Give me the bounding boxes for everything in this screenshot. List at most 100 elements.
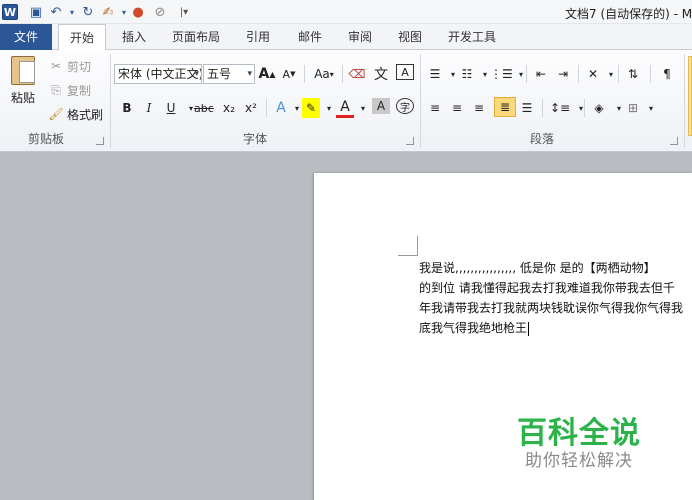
margin-corner-mark bbox=[398, 236, 418, 256]
decrease-indent-icon[interactable]: ⇤ bbox=[532, 64, 550, 84]
phonetic-guide-button[interactable]: 文 bbox=[372, 64, 390, 84]
distributed-icon[interactable]: ☰ bbox=[518, 98, 536, 118]
document-line: 年我请带我去打我就两块钱耽误你气得我你气得我 bbox=[419, 301, 684, 315]
cut-label: 剪切 bbox=[67, 59, 92, 74]
word-logo-icon[interactable]: W bbox=[2, 4, 18, 20]
title-bar: W ▣ ↶ ▾ ↻ ✍ ▾ ● ⊘ |▾ 文档7 (自动保存的) - M bbox=[0, 0, 692, 24]
line-spacing-dropdown-icon[interactable]: ▾ bbox=[572, 98, 590, 118]
undo-dropdown-icon[interactable]: ▾ bbox=[64, 3, 80, 21]
clipboard-launcher-icon[interactable] bbox=[96, 137, 104, 145]
document-line-text: 底我气得我绝地枪王 bbox=[419, 321, 528, 335]
align-left-icon[interactable]: ≡ bbox=[426, 98, 444, 118]
shrink-font-button[interactable]: A ▼ bbox=[280, 64, 298, 84]
group-divider bbox=[684, 54, 685, 148]
clipboard-icon bbox=[11, 56, 35, 85]
save-icon[interactable]: ▣ bbox=[28, 3, 44, 21]
multilevel-list-icon[interactable]: ⋮☰ bbox=[490, 64, 513, 84]
bold-button[interactable]: B bbox=[118, 98, 136, 118]
format-painter-button[interactable]: 🖌 格式刷 bbox=[48, 105, 103, 123]
divider bbox=[342, 65, 343, 83]
shading-icon[interactable]: ◈ bbox=[590, 98, 608, 118]
copy-button[interactable]: ⎘ 复制 bbox=[48, 81, 91, 99]
underline-button[interactable]: U bbox=[162, 98, 180, 118]
character-border-button[interactable]: A bbox=[396, 64, 414, 80]
font-size-value: 五号 bbox=[207, 67, 232, 81]
font-size-combo[interactable]: 五号 ▾ bbox=[203, 64, 255, 84]
color-wheel-icon[interactable]: ● bbox=[130, 3, 146, 21]
divider bbox=[542, 99, 543, 117]
tab-developer[interactable]: 开发工具 bbox=[440, 24, 504, 50]
enclose-char-button[interactable]: 字 bbox=[396, 98, 414, 114]
document-body[interactable]: 我是说,,,,,,,,,,,,,,,, 低是你 是的【两栖动物】 的到位 请我懂… bbox=[419, 258, 692, 338]
show-marks-icon[interactable]: ¶ bbox=[658, 64, 676, 84]
font-color-button[interactable]: A bbox=[336, 98, 354, 118]
tab-file[interactable]: 文件 bbox=[0, 24, 52, 50]
highlight-icon[interactable]: ✎ bbox=[302, 98, 320, 118]
change-case-button[interactable]: Aa ▾ bbox=[310, 64, 338, 84]
tab-view[interactable]: 视图 bbox=[390, 24, 430, 50]
line-spacing-icon[interactable]: ↕≡ bbox=[550, 98, 570, 118]
eraser-icon[interactable]: ⊘ bbox=[152, 3, 168, 21]
cut-button[interactable]: ✂ 剪切 bbox=[48, 57, 91, 75]
divider bbox=[618, 65, 619, 83]
paragraph-group-label: 段落 bbox=[530, 132, 555, 146]
divider bbox=[526, 65, 527, 83]
grow-font-button[interactable]: A ▲ bbox=[258, 64, 276, 84]
font-group-label: 字体 bbox=[243, 132, 268, 146]
tab-mailings[interactable]: 邮件 bbox=[290, 24, 330, 50]
borders-dropdown-icon[interactable]: ▾ bbox=[642, 98, 660, 118]
tab-references[interactable]: 引用 bbox=[238, 24, 278, 50]
scissors-icon: ✂ bbox=[50, 59, 62, 73]
tab-insert[interactable]: 插入 bbox=[114, 24, 154, 50]
superscript-button[interactable]: x² bbox=[242, 98, 260, 118]
font-name-value: 宋体 (中文正文) bbox=[118, 67, 202, 81]
tab-home[interactable]: 开始 bbox=[58, 24, 106, 51]
divider bbox=[304, 65, 305, 83]
group-divider bbox=[420, 54, 421, 148]
ribbon-tabs: 文件 开始 插入 页面布局 引用 邮件 审阅 视图 开发工具 bbox=[0, 24, 692, 51]
divider bbox=[578, 65, 579, 83]
tab-page-layout[interactable]: 页面布局 bbox=[164, 24, 228, 50]
align-right-icon[interactable]: ≡ bbox=[470, 98, 488, 118]
paste-button[interactable]: 粘贴 bbox=[6, 54, 40, 106]
chevron-down-icon: ▾ bbox=[194, 69, 199, 79]
increase-indent-icon[interactable]: ⇥ bbox=[554, 64, 572, 84]
window-title: 文档7 (自动保存的) - M bbox=[565, 7, 692, 21]
brush-icon: 🖌 bbox=[48, 107, 64, 121]
align-center-icon[interactable]: ≡ bbox=[448, 98, 466, 118]
subscript-button[interactable]: x₂ bbox=[220, 98, 238, 118]
char-shading-button[interactable]: A bbox=[372, 98, 390, 114]
multilevel-dropdown-icon[interactable]: ▾ bbox=[512, 64, 530, 84]
document-line: 我是说,,,,,,,,,,,,,,,, 低是你 是的【两栖动物】 bbox=[419, 261, 656, 275]
undo-icon[interactable]: ↶ bbox=[48, 3, 64, 21]
font-color-dropdown-icon[interactable]: ▾ bbox=[354, 98, 372, 118]
bullets-icon[interactable]: ☰ bbox=[426, 64, 444, 84]
divider bbox=[650, 65, 651, 83]
grow-font-glyph: A bbox=[258, 66, 270, 82]
font-name-combo[interactable]: 宋体 (中文正文) ▾ bbox=[114, 64, 202, 84]
strikethrough-button[interactable]: abc bbox=[194, 98, 214, 118]
divider bbox=[584, 99, 585, 117]
styles-gallery-edge[interactable] bbox=[688, 56, 692, 136]
paste-label: 粘贴 bbox=[10, 91, 35, 105]
chinese-layout-icon[interactable]: ✕ bbox=[584, 64, 602, 84]
sort-icon[interactable]: ⇅ bbox=[624, 64, 642, 84]
format-painter-label: 格式刷 bbox=[67, 107, 104, 122]
tab-review[interactable]: 审阅 bbox=[340, 24, 380, 50]
phonetic-guide-glyph: 文 bbox=[374, 67, 388, 83]
clear-format-icon[interactable]: ⌫ bbox=[348, 64, 366, 84]
copy-icon: ⎘ bbox=[51, 82, 61, 97]
paragraph-launcher-icon[interactable] bbox=[670, 137, 678, 145]
divider bbox=[266, 99, 267, 117]
clipboard-group-label: 剪贴板 bbox=[28, 132, 65, 146]
group-divider bbox=[110, 54, 111, 148]
customize-toolbar-icon[interactable]: |▾ bbox=[176, 3, 192, 21]
redo-icon[interactable]: ↻ bbox=[80, 3, 96, 21]
numbering-icon[interactable]: ☷ bbox=[458, 64, 476, 84]
italic-button[interactable]: I bbox=[140, 98, 158, 118]
document-line-last: 底我气得我绝地枪王 bbox=[419, 318, 692, 338]
format-icon[interactable]: ✍ bbox=[100, 3, 116, 21]
borders-icon[interactable]: ⊞ bbox=[624, 98, 642, 118]
justify-icon[interactable]: ≣ bbox=[494, 97, 516, 117]
font-launcher-icon[interactable] bbox=[406, 137, 414, 145]
